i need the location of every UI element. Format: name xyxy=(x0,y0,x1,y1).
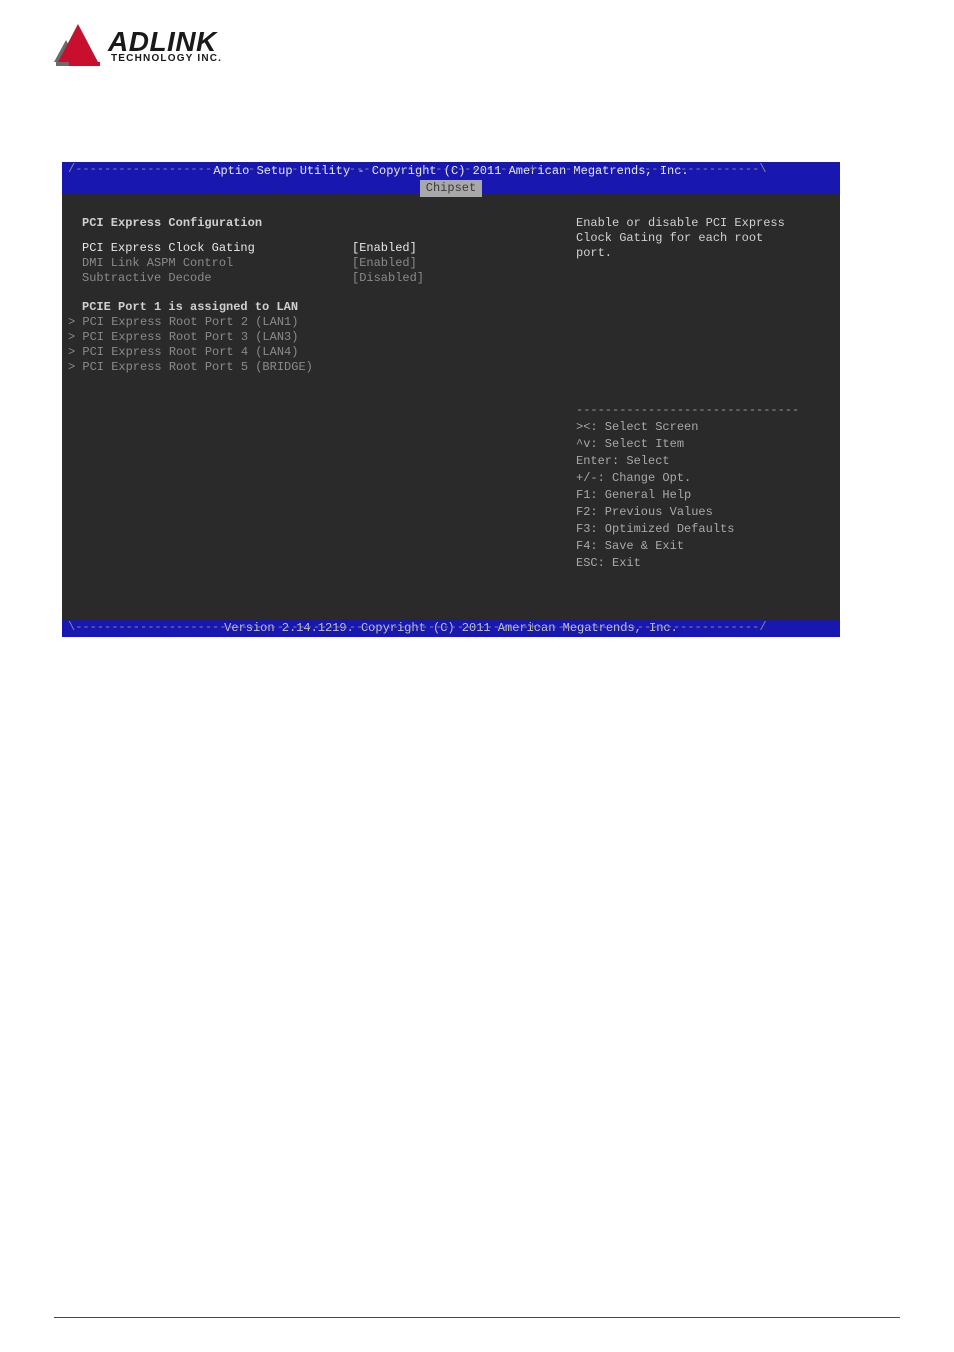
section-title: PCI Express Configuration xyxy=(82,216,564,231)
setting-value: [Disabled] xyxy=(352,271,424,286)
keyhelp-select-item: ^v: Select Item xyxy=(576,437,836,452)
border-bottom: \---------------------------------------… xyxy=(68,620,834,635)
setting-value: [Enabled] xyxy=(352,241,417,256)
logo: ADLINK TECHNOLOGY INC. xyxy=(54,22,222,70)
submenu-port-5[interactable]: > PCI Express Root Port 5 (BRIDGE) xyxy=(68,360,564,375)
assigned-lan-note: PCIE Port 1 is assigned to LAN xyxy=(82,300,564,315)
keyhelp-f2: F2: Previous Values xyxy=(576,505,836,520)
logo-sub-text: TECHNOLOGY INC. xyxy=(111,54,222,64)
right-divider: ------------------------------- xyxy=(576,403,836,418)
keyhelp-esc: ESC: Exit xyxy=(576,556,836,571)
keyhelp-enter: Enter: Select xyxy=(576,454,836,469)
border-top: /---------------------------------------… xyxy=(68,162,834,177)
keyhelp-select-screen: ><: Select Screen xyxy=(576,420,836,435)
setting-label: PCI Express Clock Gating xyxy=(82,241,352,256)
submenu-port-4[interactable]: > PCI Express Root Port 4 (LAN4) xyxy=(68,345,564,360)
bios-body: /---------------------------------------… xyxy=(62,194,840,619)
logo-main-text: ADLINK xyxy=(108,28,222,56)
keyhelp-f3: F3: Optimized Defaults xyxy=(576,522,836,537)
bios-left-pane: PCI Express Configuration PCI Express Cl… xyxy=(62,194,572,619)
help-text: Enable or disable PCI Express Clock Gati… xyxy=(576,216,836,261)
setting-pci-express-clock-gating[interactable]: PCI Express Clock Gating [Enabled] xyxy=(82,241,564,256)
submenu-port-3[interactable]: > PCI Express Root Port 3 (LAN3) xyxy=(68,330,564,345)
setting-label: DMI Link ASPM Control xyxy=(82,256,352,271)
setting-label: Subtractive Decode xyxy=(82,271,352,286)
bios-right-pane: Enable or disable PCI Express Clock Gati… xyxy=(572,194,840,619)
setting-subtractive-decode[interactable]: Subtractive Decode [Disabled] xyxy=(82,271,564,286)
page-footer-line xyxy=(54,1317,900,1318)
bios-window: Aptio Setup Utility - Copyright (C) 2011… xyxy=(62,162,840,637)
submenu-port-2[interactable]: > PCI Express Root Port 2 (LAN1) xyxy=(68,315,564,330)
setting-value: [Enabled] xyxy=(352,256,417,271)
keyhelp-f1: F1: General Help xyxy=(576,488,836,503)
logo-icon xyxy=(54,22,102,70)
keyhelp-change-opt: +/-: Change Opt. xyxy=(576,471,836,486)
keyhelp-f4: F4: Save & Exit xyxy=(576,539,836,554)
setting-dmi-link-aspm[interactable]: DMI Link ASPM Control [Enabled] xyxy=(82,256,564,271)
